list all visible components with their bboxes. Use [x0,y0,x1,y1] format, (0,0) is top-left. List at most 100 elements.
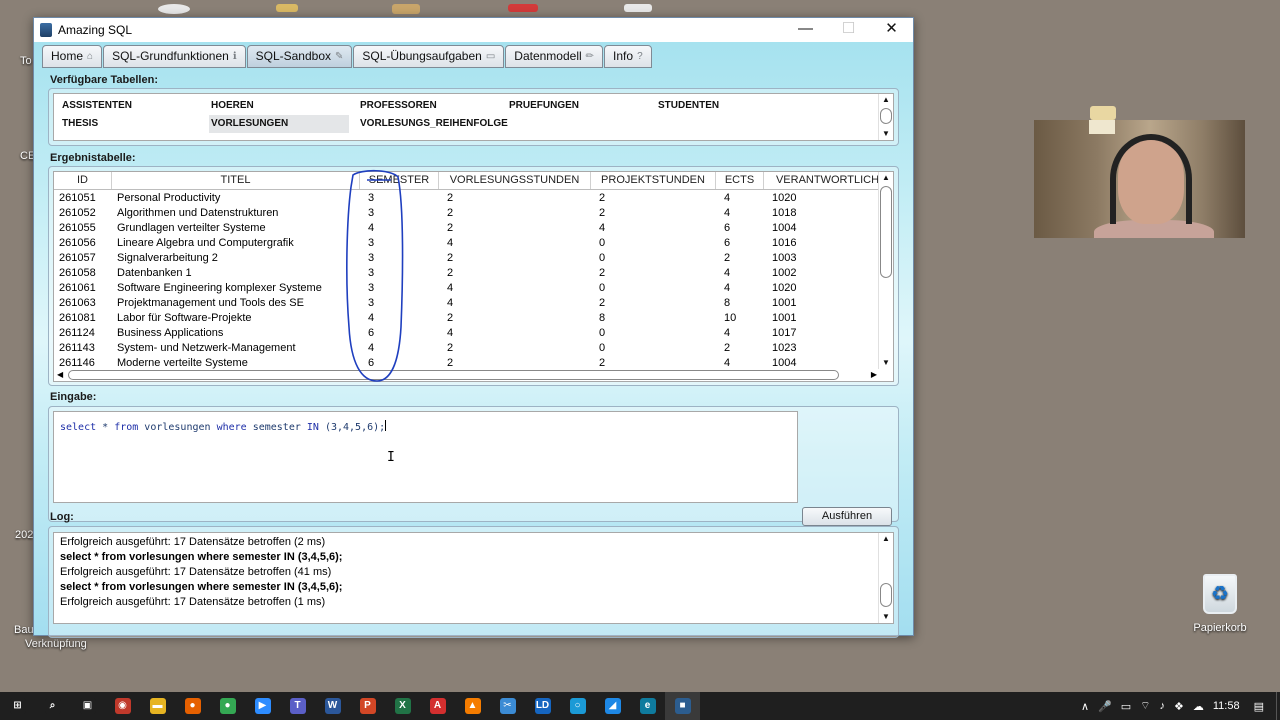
table-cell: 2 [447,252,454,264]
acrobat-icon[interactable]: A [420,692,455,720]
excel-icon-glyph: X [394,698,411,714]
network-icon[interactable]: ⌔ [1140,699,1150,713]
table-row[interactable]: 261056 Lineare Algebra und Computergrafik… [54,236,892,251]
column-header[interactable]: SEMESTER [360,172,439,189]
scroll-right-icon[interactable]: ▶ [871,369,877,381]
table-row[interactable]: 261058 Datenbanken 1 3 2 2 4 1002 [54,266,892,281]
tab-datenmodell[interactable]: Datenmodell ✏ [505,45,604,68]
table-item[interactable]: VORLESUNGEN [209,115,349,133]
minimize-button[interactable]: — [784,18,827,42]
scroll-thumb[interactable] [68,370,839,380]
scroll-down-icon[interactable]: ▼ [879,128,893,140]
vlc-icon[interactable]: ▲ [455,692,490,720]
run-button[interactable]: Ausführen [802,507,892,526]
column-header[interactable]: ECTS [716,172,764,189]
desktop-icon[interactable] [624,4,652,12]
column-header[interactable]: PROJEKTSTUNDEN [591,172,716,189]
word-icon[interactable]: W [315,692,350,720]
table-cell: 3 [368,192,375,204]
recycle-bin[interactable]: ♻ Papierkorb [1190,574,1250,634]
close-button[interactable]: ✕ [870,18,913,42]
log-scrollbar[interactable]: ▲ ▼ [878,533,893,623]
scroll-down-icon[interactable]: ▼ [879,357,893,369]
scroll-thumb[interactable] [880,186,892,278]
microphone-icon[interactable]: 🎤 [1098,700,1112,713]
onedrive-icon[interactable]: ☁ [1193,700,1204,713]
column-header[interactable]: TITEL [112,172,360,189]
tab-home[interactable]: Home ⌂ [42,45,103,68]
table-item[interactable]: HOEREN [209,97,358,115]
scroll-thumb[interactable] [880,583,892,607]
table-row[interactable]: 261061 Software Engineering komplexer Sys… [54,281,892,296]
webex-icon[interactable]: ○ [560,692,595,720]
tab-sql-grundfunktionen[interactable]: SQL-Grundfunktionen ℹ [103,45,246,68]
table-item[interactable]: STUDENTEN [656,97,805,115]
table-cell: 1020 [772,282,797,294]
tab-sql-sandbox[interactable]: SQL-Sandbox ✎ [246,45,353,68]
table-row[interactable]: 261063 Projektmanagement und Tools des SE… [54,296,892,311]
results-vscrollbar[interactable]: ▲ ▼ [878,172,893,369]
table-item[interactable]: PROFESSOREN [358,97,507,115]
table-row[interactable]: 261124 Business Applications 6 4 0 4 1017 [54,326,892,341]
volume-icon[interactable]: ♪ [1160,700,1166,712]
column-header[interactable]: ID [54,172,112,189]
table-row[interactable]: 261051 Personal Productivity 3 2 2 4 1020 [54,191,892,206]
firefox-icon[interactable]: ● [175,692,210,720]
show-desktop-button[interactable] [1276,692,1280,720]
column-header[interactable]: VERANTWORTLICH [764,172,892,189]
scroll-up-icon[interactable]: ▲ [879,172,893,184]
log-label: Log: [50,511,74,523]
battery-icon[interactable]: ▭ [1121,700,1131,713]
sql-input[interactable]: select * from vorlesungen where semester… [53,411,798,503]
table-item[interactable]: ASSISTENTEN [60,97,209,115]
scroll-down-icon[interactable]: ▼ [879,611,893,623]
desktop-icon[interactable] [508,4,538,12]
table-row[interactable]: 261055 Grundlagen verteilter Systeme 4 2 4 6 1… [54,221,892,236]
notification-icon[interactable]: ▤ [1254,700,1264,713]
snipping-icon[interactable]: ✂ [490,692,525,720]
scroll-thumb[interactable] [880,108,892,124]
table-cell: 4 [724,207,731,219]
desktop-icon[interactable] [1090,106,1116,120]
table-item[interactable]: THESIS [60,115,209,133]
title-bar[interactable]: Amazing SQL — ☐ ✕ [34,18,913,42]
teams-icon[interactable]: T [280,692,315,720]
table-item[interactable]: VORLESUNGS_REIHENFOLGE [358,115,508,133]
table-cell: 0 [599,282,606,294]
maximize-button[interactable]: ☐ [827,18,870,42]
scroll-up-icon[interactable]: ▲ [879,94,893,106]
tables-scrollbar[interactable]: ▲ ▼ [878,94,893,140]
results-hscrollbar[interactable]: ◀ ▶ [54,369,880,381]
table-item[interactable]: PRUEFUNGEN [507,97,656,115]
ld-icon[interactable]: LD [525,692,560,720]
column-header[interactable]: VORLESUNGSSTUNDEN [439,172,591,189]
desktop-icon[interactable] [158,4,190,14]
desktop-icon[interactable] [392,4,420,14]
draw-icon[interactable]: ◢ [595,692,630,720]
amazing-sql-icon[interactable]: ■ [665,692,700,720]
tab-sql-uebungsaufgaben[interactable]: SQL-Übungsaufgaben ▭ [353,45,505,68]
excel-icon[interactable]: X [385,692,420,720]
chevron-up-icon[interactable]: ∧ [1081,700,1089,713]
table-row[interactable]: 261081 Labor für Software-Projekte 4 2 8 10 10… [54,311,892,326]
table-row[interactable]: 261052 Algorithmen und Datenstrukturen 3 2 2… [54,206,892,221]
file-explorer-icon[interactable]: ▬ [140,692,175,720]
start-icon[interactable]: ⊞ [0,692,35,720]
tab-info[interactable]: Info? [604,45,652,68]
desktop-icon[interactable] [276,4,298,12]
clock[interactable]: 11:58 [1213,700,1240,712]
zoom-icon[interactable]: ▶ [245,692,280,720]
chrome-icon-glyph: ● [219,698,236,714]
search-icon[interactable]: ⌕ [35,692,70,720]
dropbox-icon[interactable]: ❖ [1174,700,1184,713]
table-row[interactable]: 261057 Signalverarbeitung 2 3 2 0 2 1003 [54,251,892,266]
powerpoint-icon[interactable]: P [350,692,385,720]
scroll-left-icon[interactable]: ◀ [57,369,63,381]
edge-icon[interactable]: e [630,692,665,720]
table-row[interactable]: 261143 System- und Netzwerk-Management 4 2 0… [54,341,892,356]
task-view-icon[interactable]: ▣ [70,692,105,720]
table-cell: Algorithmen und Datenstrukturen [117,207,279,219]
scroll-up-icon[interactable]: ▲ [879,533,893,545]
chrome-icon[interactable]: ● [210,692,245,720]
app-circle-icon[interactable]: ◉ [105,692,140,720]
